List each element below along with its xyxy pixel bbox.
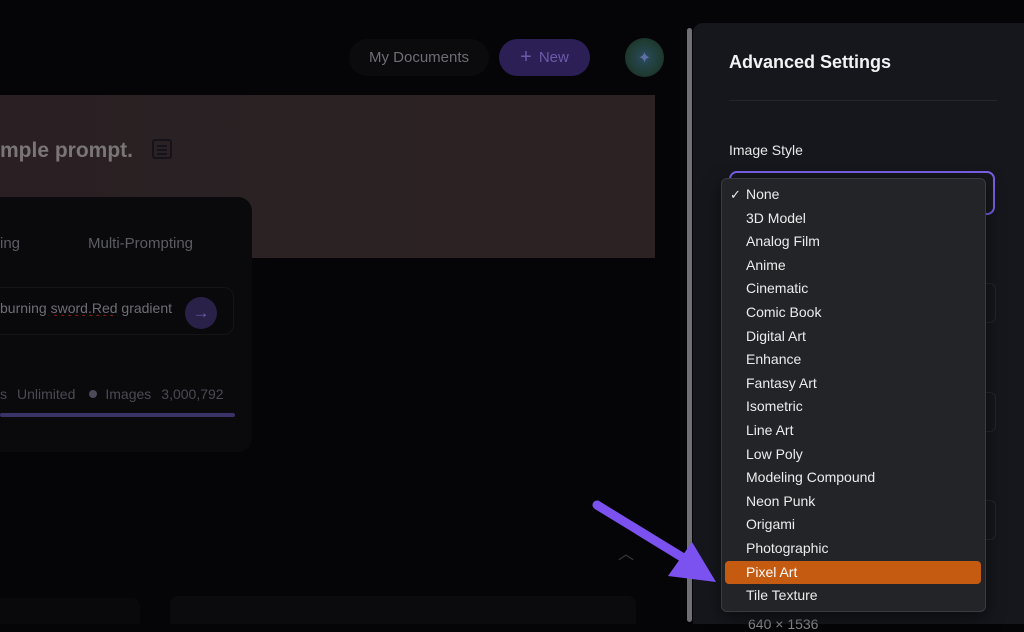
bottom-card xyxy=(170,596,636,624)
prompt-text-part: burning xyxy=(0,300,51,316)
sparkle-avatar-icon[interactable]: ✦ xyxy=(625,38,664,77)
style-option-none[interactable]: ✓ None xyxy=(725,183,981,206)
style-option-label: Anime xyxy=(746,256,786,273)
style-option-label: Neon Punk xyxy=(746,492,816,509)
style-option-label: None xyxy=(746,186,780,202)
style-option-label: Analog Film xyxy=(746,233,820,250)
style-option-tile-texture[interactable]: Tile Texture xyxy=(725,584,981,607)
stats-images-count: 3,000,792 xyxy=(161,386,224,402)
prompt-text-misspelled: sword.Red xyxy=(50,300,118,316)
style-option-modeling-compound[interactable]: Modeling Compound xyxy=(725,466,981,489)
stats-prefix: s xyxy=(0,386,7,402)
dot-icon xyxy=(89,390,98,399)
style-option-label: Isometric xyxy=(746,398,803,415)
style-option-cinematic[interactable]: Cinematic xyxy=(725,277,981,300)
divider xyxy=(729,100,997,101)
style-option-comic-book[interactable]: Comic Book xyxy=(725,301,981,324)
prompt-mode-tabs: ing Multi-Prompting xyxy=(0,228,236,258)
style-option-origami[interactable]: Origami xyxy=(725,513,981,536)
size-value: 640 × 1536 xyxy=(748,616,819,632)
style-option-label: Modeling Compound xyxy=(746,469,876,486)
tab-prompting[interactable]: ing xyxy=(0,235,20,252)
style-option-enhance[interactable]: Enhance xyxy=(725,348,981,371)
style-option-photographic[interactable]: Photographic xyxy=(725,537,981,560)
tab-multi-prompting[interactable]: Multi-Prompting xyxy=(88,235,193,252)
new-button-label: New xyxy=(538,49,569,66)
style-option-label: Enhance xyxy=(746,351,802,368)
style-option-label: Origami xyxy=(746,516,796,533)
my-documents-button[interactable]: My Documents xyxy=(349,39,489,76)
document-list-icon[interactable] xyxy=(152,139,172,159)
style-option-label: Pixel Art xyxy=(746,563,798,580)
style-option-neon-punk[interactable]: Neon Punk xyxy=(725,490,981,513)
style-option-pixel-art[interactable]: Pixel Art xyxy=(725,560,981,584)
style-option-3d-model[interactable]: 3D Model xyxy=(725,207,981,230)
style-option-label: Digital Art xyxy=(746,327,806,344)
style-option-line-art[interactable]: Line Art xyxy=(725,419,981,442)
settings-title: Advanced Settings xyxy=(729,52,892,72)
style-option-fantasy-art[interactable]: Fantasy Art xyxy=(725,372,981,395)
style-option-label: 3D Model xyxy=(746,209,806,226)
scrollbar[interactable] xyxy=(687,28,692,622)
my-documents-label: My Documents xyxy=(368,49,470,66)
usage-progress-bar xyxy=(0,413,235,417)
stats-images-label: Images xyxy=(105,386,152,402)
style-option-label: Photographic xyxy=(746,540,829,556)
style-option-digital-art[interactable]: Digital Art xyxy=(725,325,981,348)
new-button[interactable]: + New xyxy=(499,39,590,76)
style-option-analog-film[interactable]: Analog Film xyxy=(725,230,981,253)
usage-stats: s Unlimited Images 3,000,792 xyxy=(0,386,234,402)
style-option-isometric[interactable]: Isometric xyxy=(725,395,981,418)
style-option-label: Tile Texture xyxy=(746,587,818,604)
prompt-text-part: gradient xyxy=(117,300,172,316)
style-option-label: Fantasy Art xyxy=(746,374,817,391)
style-option-label: Cinematic xyxy=(746,280,809,297)
style-option-label: Low Poly xyxy=(746,445,803,462)
style-option-label: Line Art xyxy=(746,422,794,438)
image-style-label: Image Style xyxy=(729,142,803,158)
hero-title: mple prompt. xyxy=(0,139,134,162)
stats-unlimited: Unlimited xyxy=(17,386,76,402)
style-option-low-poly[interactable]: Low Poly xyxy=(725,443,981,466)
style-option-anime[interactable]: Anime xyxy=(725,254,981,277)
style-option-label: Comic Book xyxy=(746,304,822,320)
checkmark-icon: ✓ xyxy=(730,187,741,202)
chevron-up-icon[interactable]: ︿ xyxy=(618,540,634,563)
prompt-input-text: burning sword.Red gradient xyxy=(0,300,182,316)
bottom-card xyxy=(0,598,140,624)
send-arrow-button[interactable]: → xyxy=(185,297,217,329)
plus-icon: + xyxy=(520,45,532,68)
